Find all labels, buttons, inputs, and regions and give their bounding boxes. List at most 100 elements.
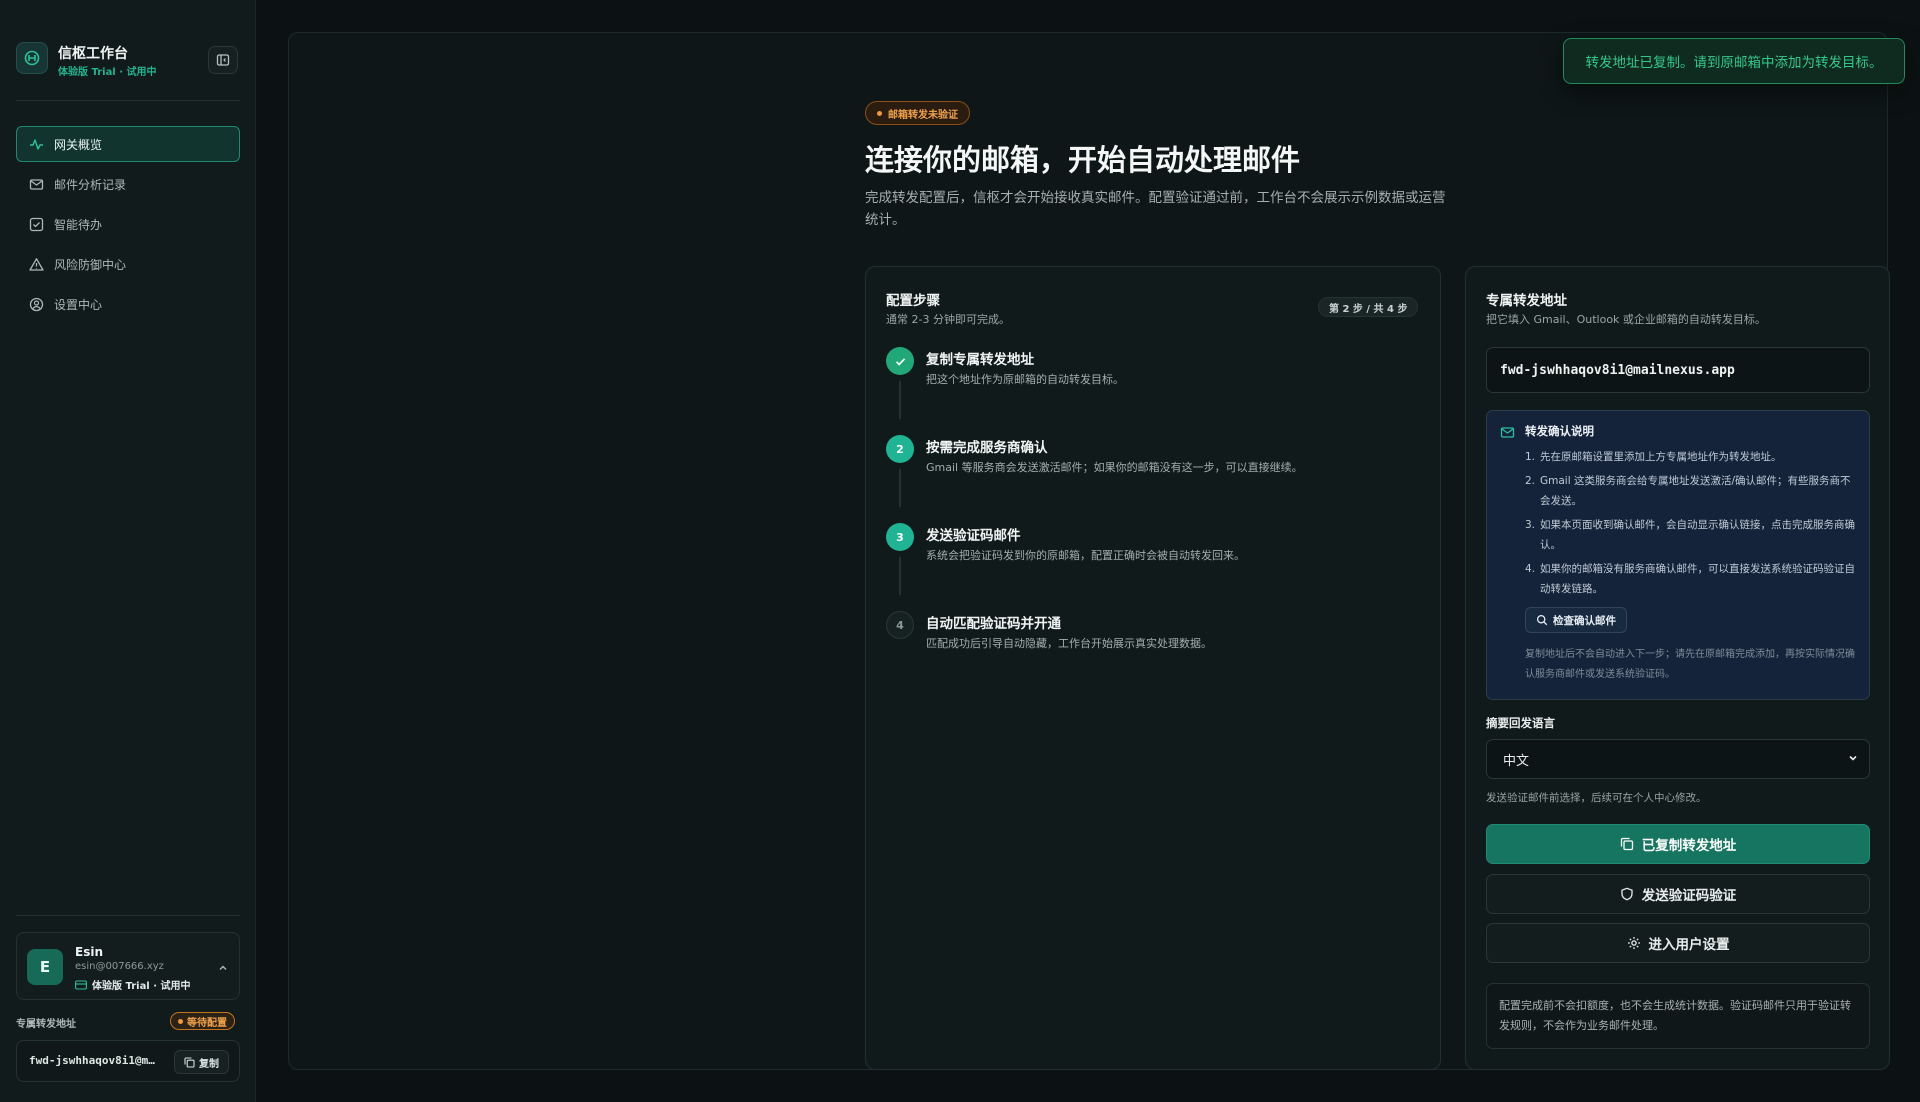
check-icon — [886, 347, 914, 375]
step-item: 4 自动匹配验证码并开通 匹配成功后引导自动隐藏，工作台开始展示真实处理数据。 — [886, 611, 1426, 691]
step-desc: 匹配成功后引导自动隐藏，工作台开始展示真实处理数据。 — [926, 637, 1212, 650]
sidebar-forward-label: 专属转发地址 — [16, 1019, 76, 1030]
brand-subtitle: 体验版 Trial · 试用中 — [58, 67, 157, 78]
checkbox-icon — [28, 216, 44, 232]
search-icon — [1536, 614, 1548, 626]
step-item: 复制专属转发地址 把这个地址作为原邮箱的自动转发目标。 — [886, 347, 1426, 427]
status-dot — [877, 110, 882, 116]
user-circle-icon — [28, 296, 44, 312]
step-title: 发送验证码邮件 — [926, 528, 1021, 544]
step-number: 2 — [886, 435, 914, 463]
steps-title: 配置步骤 — [886, 293, 940, 309]
mail-icon — [1500, 425, 1515, 444]
sidebar-item-gateway-overview[interactable]: 网关概览 — [16, 126, 240, 162]
step-connector — [899, 469, 901, 507]
step-item: 2 按需完成服务商确认 Gmail 等服务商会发送激活邮件；如果你的邮箱没有这一… — [886, 435, 1426, 515]
main-panel: 邮箱转发未验证 连接你的邮箱，开始自动处理邮件 完成转发配置后，信枢才会开始接收… — [288, 32, 1890, 1070]
verification-status-badge: 邮箱转发未验证 — [865, 101, 970, 125]
copy-icon — [1620, 837, 1633, 851]
user-settings-button[interactable]: 进入用户设置 — [1486, 923, 1870, 963]
steps-subtitle: 通常 2-3 分钟即可完成。 — [886, 313, 1010, 326]
sidebar-divider — [16, 915, 240, 916]
step-desc: 把这个地址作为原邮箱的自动转发目标。 — [926, 373, 1124, 386]
list-item: 2. Gmail 这类服务商会给专属地址发送激活/确认邮件；有些服务商不会发送。 — [1525, 471, 1857, 511]
sidebar: 信枢工作台 体验版 Trial · 试用中 网关概览 邮件分析记录 智能待办 风… — [0, 0, 256, 1102]
note-item-text: 如果你的邮箱没有服务商确认邮件，可以直接发送系统验证码验证自动转发链路。 — [1540, 563, 1855, 595]
check-confirm-mail-button[interactable]: 检查确认邮件 — [1525, 607, 1627, 633]
sidebar-item-label: 邮件分析记录 — [54, 177, 127, 192]
address-card-subtitle: 把它填入 Gmail、Outlook 或企业邮箱的自动转发目标。 — [1486, 313, 1766, 326]
user-settings-label: 进入用户设置 — [1648, 937, 1730, 953]
step-progress-badge: 第 2 步 / 共 4 步 — [1318, 297, 1419, 317]
sidebar-item-settings[interactable]: 设置中心 — [16, 286, 240, 322]
language-hint: 发送验证邮件前选择，后续可在个人中心修改。 — [1486, 792, 1707, 804]
list-item: 3. 如果本页面收到确认邮件，会自动显示确认链接，点击完成服务商确认。 — [1525, 515, 1857, 555]
sidebar-forward-address-text: fwd-jswhhaqov8i1@mailnexus.app — [29, 1054, 161, 1067]
sidebar-item-label: 风险防御中心 — [54, 257, 127, 272]
alert-triangle-icon — [28, 256, 44, 272]
card-icon — [75, 979, 87, 990]
language-select-value: 中文 — [1503, 753, 1530, 769]
brand: 信枢工作台 体验版 Trial · 试用中 — [16, 42, 240, 82]
status-badge: 等待配置 — [170, 1012, 235, 1030]
sidebar-item-label: 设置中心 — [54, 297, 103, 312]
sidebar-collapse-button[interactable] — [208, 46, 238, 74]
list-item: 4. 如果你的邮箱没有服务商确认邮件，可以直接发送系统验证码验证自动转发链路。 — [1525, 559, 1857, 599]
sidebar-item-label: 网关概览 — [54, 137, 103, 152]
setup-steps-card: 配置步骤 通常 2-3 分钟即可完成。 第 2 步 / 共 4 步 复制专属转发… — [865, 266, 1441, 1070]
page-description: 完成转发配置后，信枢才会开始接收真实邮件。配置验证通过前，工作台不会展示示例数据… — [865, 190, 1446, 228]
user-plan: 体验版 Trial · 试用中 — [75, 977, 191, 992]
sidebar-item-mail-records[interactable]: 邮件分析记录 — [16, 166, 240, 202]
mail-icon — [28, 176, 44, 192]
copied-address-button[interactable]: 已复制转发地址 — [1486, 824, 1870, 864]
chevron-up-icon — [217, 959, 229, 978]
gear-icon — [1627, 937, 1640, 949]
user-plan-label: 体验版 Trial · 试用中 — [92, 981, 191, 992]
status-dot — [178, 1018, 183, 1024]
avatar: E — [27, 949, 63, 985]
note-list: 1. 先在原邮箱设置里添加上方专属地址作为转发地址。 2. Gmail 这类服务商会… — [1525, 447, 1857, 603]
sidebar-copy-label: 复制 — [199, 1058, 219, 1070]
page-title: 连接你的邮箱，开始自动处理邮件 — [865, 143, 1301, 177]
user-card[interactable]: E Esin esin@007666.xyz 体验版 Trial · 试用中 — [16, 932, 240, 1000]
chevron-down-icon — [1847, 752, 1859, 768]
send-verification-label: 发送验证码验证 — [1641, 888, 1737, 904]
address-card-title: 专属转发地址 — [1486, 293, 1567, 309]
list-item: 1. 先在原邮箱设置里添加上方专属地址作为转发地址。 — [1525, 447, 1857, 467]
status-badge-label: 等待配置 — [187, 1017, 227, 1029]
copy-success-toast: 转发地址已复制。请到原邮箱中添加为转发目标。 — [1563, 38, 1905, 84]
send-verification-button[interactable]: 发送验证码验证 — [1486, 874, 1870, 914]
step-title: 按需完成服务商确认 — [926, 440, 1048, 456]
language-select[interactable]: 中文 — [1486, 739, 1870, 779]
copy-icon — [184, 1056, 195, 1068]
app-root: 信枢工作台 体验版 Trial · 试用中 网关概览 邮件分析记录 智能待办 风… — [0, 0, 1920, 1102]
activity-icon — [28, 136, 44, 152]
brand-logo-icon — [16, 42, 48, 74]
forward-address-field[interactable]: fwd-jswhhaqov8i1@mailnexus.app — [1486, 347, 1870, 393]
toast-message: 转发地址已复制。请到原邮箱中添加为转发目标。 — [1585, 55, 1883, 71]
step-title: 复制专属转发地址 — [926, 352, 1034, 368]
note-title: 转发确认说明 — [1525, 424, 1594, 438]
verification-status-label: 邮箱转发未验证 — [888, 109, 958, 121]
note-item-text: 先在原邮箱设置里添加上方专属地址作为转发地址。 — [1540, 451, 1782, 463]
user-name: Esin — [75, 945, 103, 959]
shield-icon — [1621, 887, 1633, 901]
panel-left-icon — [216, 54, 230, 66]
step-desc: 系统会把验证码发到你的原邮箱，配置正确时会被自动转发回来。 — [926, 549, 1245, 562]
sidebar-item-risk-defense[interactable]: 风险防御中心 — [16, 246, 240, 282]
sidebar-item-label: 智能待办 — [54, 217, 103, 232]
forward-confirm-note: 转发确认说明 1. 先在原邮箱设置里添加上方专属地址作为转发地址。 2. Gmail… — [1486, 410, 1870, 700]
step-desc: Gmail 等服务商会发送激活邮件；如果你的邮箱没有这一步，可以直接继续。 — [926, 461, 1303, 474]
billing-info-note: 配置完成前不会扣额度，也不会生成统计数据。验证码邮件只用于验证转发规则，不会作为… — [1486, 983, 1870, 1049]
sidebar-nav: 网关概览 邮件分析记录 智能待办 风险防御中心 设置中心 — [16, 126, 240, 326]
check-confirm-mail-label: 检查确认邮件 — [1553, 614, 1616, 627]
sidebar-copy-button[interactable]: 复制 — [174, 1050, 229, 1074]
step-number: 3 — [886, 523, 914, 551]
step-title: 自动匹配验证码并开通 — [926, 616, 1061, 632]
copied-address-label: 已复制转发地址 — [1641, 838, 1737, 854]
sidebar-item-smart-todo[interactable]: 智能待办 — [16, 206, 240, 242]
user-email: esin@007666.xyz — [75, 961, 164, 972]
brand-title: 信枢工作台 — [58, 46, 128, 62]
sidebar-forward-address: fwd-jswhhaqov8i1@mailnexus.app 复制 — [16, 1040, 240, 1082]
step-number: 4 — [886, 611, 914, 639]
